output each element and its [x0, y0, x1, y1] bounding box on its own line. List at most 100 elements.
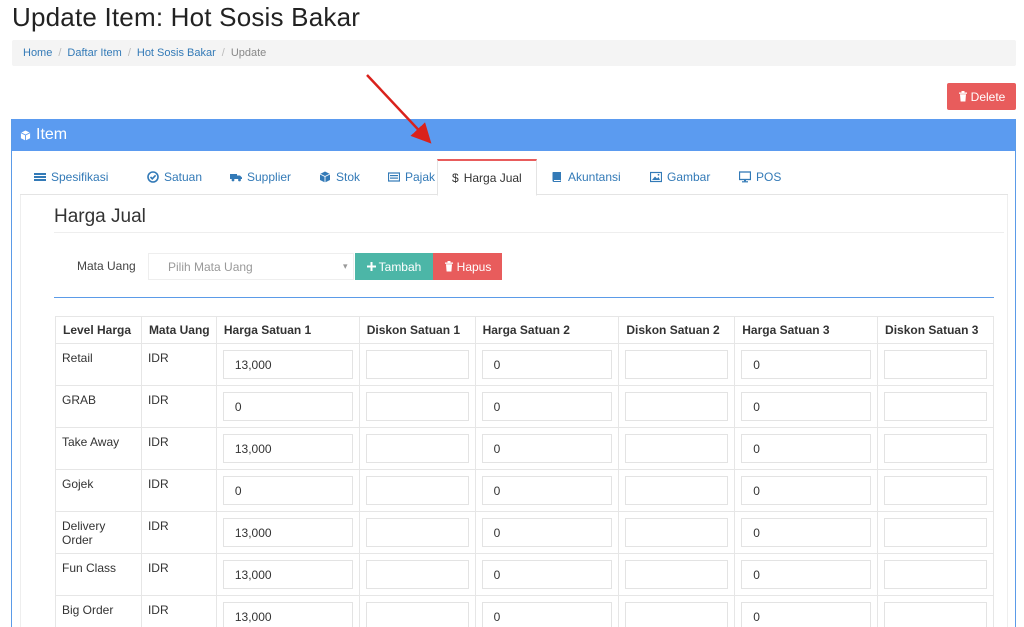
harga-satuan-2-input[interactable]: 0	[481, 518, 613, 547]
tab-stok[interactable]: Stok	[305, 159, 374, 195]
harga-satuan-1-input[interactable]: 13,000	[222, 518, 353, 547]
diskon-satuan-2-input[interactable]	[625, 434, 729, 463]
level-cell: GRAB	[55, 385, 142, 428]
diskon-satuan-3-input[interactable]	[884, 350, 987, 379]
tab-harga-jual[interactable]: $ Harga Jual	[437, 159, 537, 196]
breadcrumb-item[interactable]: Hot Sosis Bakar	[137, 47, 216, 59]
price-table: Level Harga Mata Uang Harga Satuan 1 Dis…	[55, 316, 994, 627]
column-header: Diskon Satuan 1	[358, 316, 476, 344]
harga-satuan-3-input[interactable]: 0	[741, 392, 872, 421]
book-icon	[552, 172, 561, 182]
harga-satuan-2-input[interactable]: 0	[481, 560, 613, 589]
harga-satuan-2-input[interactable]: 0	[481, 392, 613, 421]
tab-satuan[interactable]: Satuan	[133, 159, 216, 195]
harga-satuan-2-input[interactable]: 0	[481, 602, 613, 627]
tab-akuntansi[interactable]: Akuntansi	[537, 159, 635, 195]
column-header: Harga Satuan 1	[215, 316, 360, 344]
diskon-satuan-1-input[interactable]	[365, 602, 469, 627]
divider	[54, 232, 1004, 233]
tambah-button[interactable]: Tambah	[355, 253, 433, 280]
section-title: Harga Jual	[54, 206, 146, 227]
list-icon	[34, 173, 46, 181]
diskon-satuan-3-input[interactable]	[884, 434, 987, 463]
plus-icon	[366, 262, 376, 271]
column-header: Level Harga	[55, 316, 142, 344]
breadcrumb-separator: /	[58, 47, 62, 59]
diskon-satuan-3-input[interactable]	[884, 602, 987, 627]
diskon-satuan-3-input[interactable]	[884, 476, 987, 505]
harga-satuan-3-input[interactable]: 0	[741, 350, 872, 379]
level-cell: Take Away	[55, 427, 142, 470]
tab-label: Harga Jual	[463, 171, 522, 185]
diskon-satuan-1-input[interactable]	[365, 476, 469, 505]
trash-icon	[444, 261, 453, 272]
level-cell: Retail	[55, 343, 142, 386]
diskon-satuan-1-input[interactable]	[365, 392, 469, 421]
breadcrumb-home[interactable]: Home	[23, 47, 52, 59]
table-row: Gojek IDR 0 0 0	[55, 469, 994, 512]
column-header: Harga Satuan 3	[734, 316, 879, 344]
harga-satuan-1-input[interactable]: 13,000	[222, 560, 353, 589]
tab-bar: Spesifikasi Satuan Supplier Stok Pajak $…	[20, 159, 1008, 196]
breadcrumb-separator: /	[127, 47, 131, 59]
tab-label: Satuan	[164, 170, 203, 184]
panel-header: Item	[12, 119, 1015, 151]
harga-satuan-2-input[interactable]: 0	[481, 434, 613, 463]
currency-cell: IDR	[140, 385, 217, 428]
harga-satuan-2-input[interactable]: 0	[481, 476, 613, 505]
harga-satuan-2-input[interactable]: 0	[481, 350, 613, 379]
column-header: Diskon Satuan 2	[618, 316, 736, 344]
column-header: Diskon Satuan 3	[877, 316, 994, 344]
diskon-satuan-2-input[interactable]	[625, 392, 729, 421]
harga-satuan-1-input[interactable]: 13,000	[222, 434, 353, 463]
diskon-satuan-2-input[interactable]	[625, 518, 729, 547]
item-panel: Item Spesifikasi Satuan Supplier Stok Pa…	[11, 119, 1016, 627]
tab-label: Pajak	[405, 170, 436, 184]
tab-label: Stok	[336, 170, 361, 184]
caret-down-icon[interactable]: ▾	[343, 261, 348, 272]
currency-cell: IDR	[140, 469, 217, 512]
currency-cell: IDR	[140, 595, 217, 627]
diskon-satuan-2-input[interactable]	[625, 560, 729, 589]
harga-satuan-3-input[interactable]: 0	[741, 602, 872, 627]
column-header: Mata Uang	[140, 316, 217, 344]
cube-icon	[20, 129, 31, 141]
trash-icon	[958, 91, 967, 102]
diskon-satuan-2-input[interactable]	[625, 350, 729, 379]
harga-satuan-1-input[interactable]: 0	[222, 476, 353, 505]
diskon-satuan-1-input[interactable]	[365, 518, 469, 547]
harga-satuan-3-input[interactable]: 0	[741, 518, 872, 547]
hapus-button[interactable]: Hapus	[433, 253, 502, 280]
tab-label: Supplier	[247, 170, 292, 184]
diskon-satuan-1-input[interactable]	[365, 560, 469, 589]
column-header: Harga Satuan 2	[474, 316, 620, 344]
level-cell: Big Order	[55, 595, 142, 627]
diskon-satuan-1-input[interactable]	[365, 350, 469, 379]
tab-pos[interactable]: POS	[725, 159, 795, 195]
currency-cell: IDR	[140, 343, 217, 386]
tab-supplier[interactable]: Supplier	[216, 159, 305, 195]
diskon-satuan-3-input[interactable]	[884, 392, 987, 421]
harga-satuan-1-input[interactable]: 13,000	[222, 350, 353, 379]
tab-gambar[interactable]: Gambar	[636, 159, 724, 195]
cube-icon	[319, 171, 331, 183]
diskon-satuan-3-input[interactable]	[884, 560, 987, 589]
diskon-satuan-3-input[interactable]	[884, 518, 987, 547]
dollar-icon: $	[452, 171, 459, 185]
currency-select[interactable]: Pilih Mata Uang	[148, 253, 354, 280]
diskon-satuan-2-input[interactable]	[625, 476, 729, 505]
diskon-satuan-2-input[interactable]	[625, 602, 729, 627]
harga-satuan-3-input[interactable]: 0	[741, 434, 872, 463]
harga-satuan-1-input[interactable]: 0	[222, 392, 353, 421]
delete-button[interactable]: Delete	[947, 83, 1016, 110]
tab-spesifikasi[interactable]: Spesifikasi	[20, 159, 122, 195]
diskon-satuan-1-input[interactable]	[365, 434, 469, 463]
monitor-icon	[739, 171, 751, 183]
hapus-label: Hapus	[456, 259, 492, 274]
harga-satuan-1-input[interactable]: 13,000	[222, 602, 353, 627]
harga-satuan-3-input[interactable]: 0	[741, 560, 872, 589]
tab-label: POS	[756, 170, 782, 184]
breadcrumb-daftar-item[interactable]: Daftar Item	[67, 47, 121, 59]
harga-satuan-3-input[interactable]: 0	[741, 476, 872, 505]
page-title: Update Item: Hot Sosis Bakar	[12, 2, 361, 32]
